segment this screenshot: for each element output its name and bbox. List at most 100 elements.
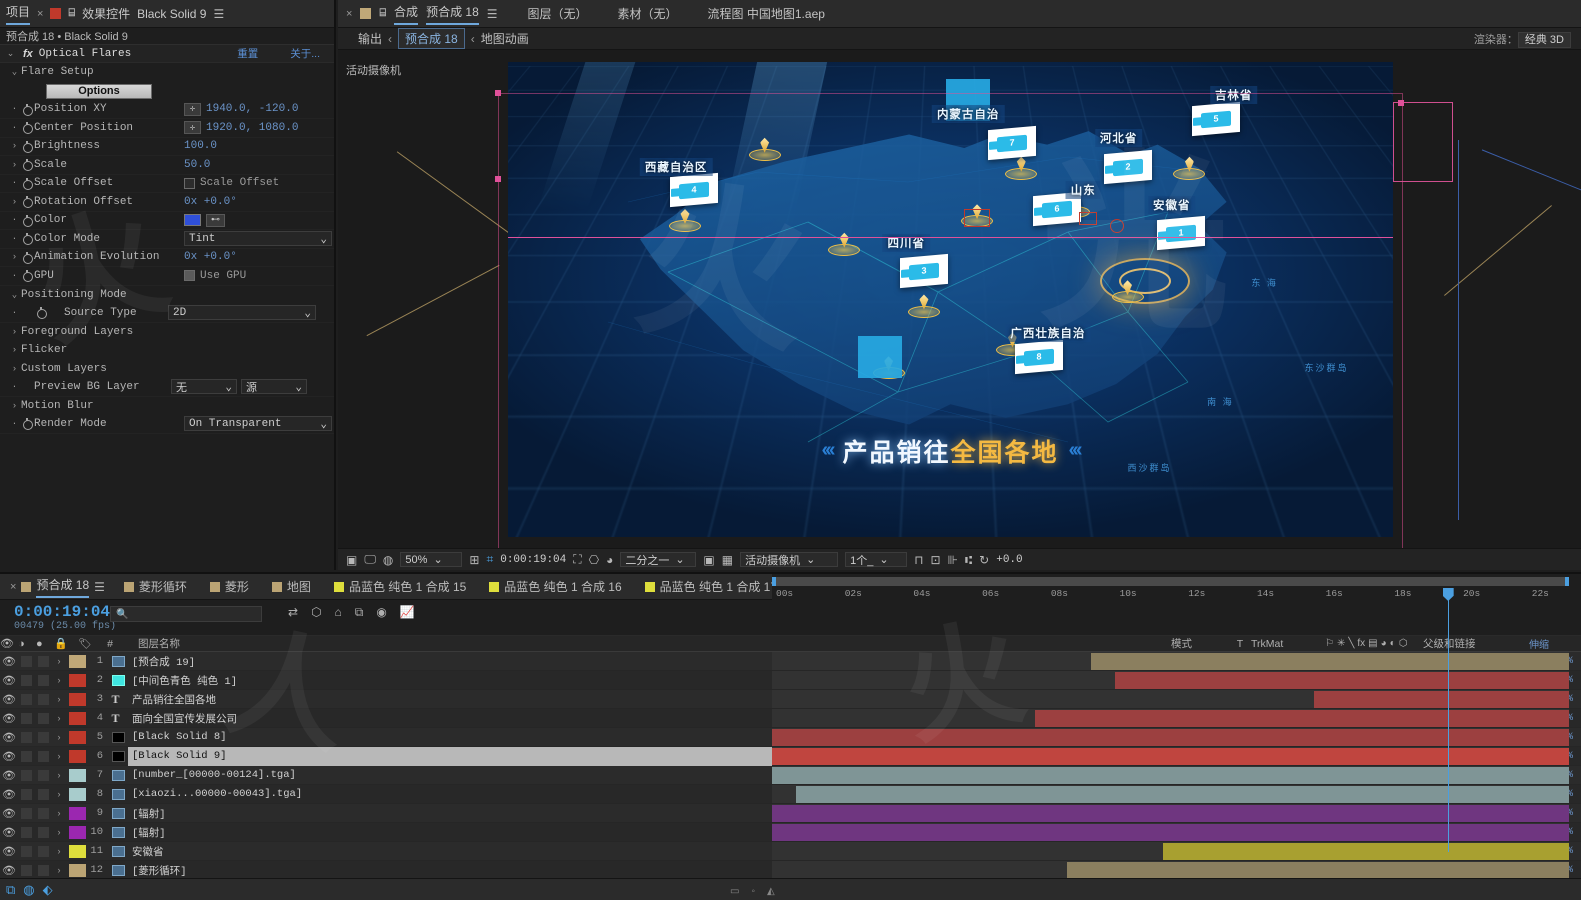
layer-color-swatch[interactable] (66, 806, 88, 820)
layer-duration-bar[interactable] (1162, 843, 1569, 860)
column-layer-name[interactable]: 图层名称 (118, 636, 1167, 651)
property-value[interactable]: 50.0 (184, 159, 210, 171)
stopwatch-icon[interactable] (21, 177, 34, 190)
chevron-right-icon[interactable]: › (52, 827, 66, 837)
point-picker-icon[interactable]: ✛ (184, 102, 201, 116)
chevron-right-icon[interactable]: › (8, 252, 21, 262)
layer-duration-bar[interactable] (1313, 691, 1569, 708)
timeline-tab[interactable]: 品蓝色 纯色 1 合成 17 (644, 578, 777, 595)
chevron-down-icon[interactable]: ⌄ (8, 67, 21, 77)
selection-handle[interactable] (495, 176, 501, 182)
layer-color-swatch[interactable] (66, 863, 88, 877)
render-mode-select[interactable]: On Transparent ⌄ (184, 416, 332, 432)
toggle-switches-modes-icon[interactable]: ⧉ (6, 882, 15, 898)
breadcrumb-map-animation[interactable]: 地图动画 (481, 30, 529, 47)
chevron-down-icon[interactable]: ⌄ (8, 290, 21, 300)
layer-duration-bar[interactable] (1035, 710, 1569, 727)
group-custom-layers[interactable]: › Custom Layers (0, 360, 334, 379)
hide-shy-icon[interactable]: ⌂ (335, 605, 342, 620)
property-color[interactable]: · Color ⊷ (0, 212, 334, 231)
solo-toggle[interactable] (35, 674, 52, 686)
solo-toggle[interactable] (35, 826, 52, 838)
current-time-display[interactable]: 0:00:19:04 00479 (25.00 fps) (0, 600, 116, 632)
audio-toggle[interactable] (18, 731, 35, 743)
effect-header-row[interactable]: ⌄ fx Optical Flares 重置 关于... (0, 45, 334, 63)
mask-icon[interactable]: ◍ (383, 553, 393, 567)
audio-toggle[interactable] (18, 674, 35, 686)
solo-toggle[interactable] (35, 788, 52, 800)
time-ruler[interactable]: 00s 02s 04s 06s 08s 10s 12s 14s 16s 18s 20s 22s (772, 574, 1581, 852)
group-foreground-layers[interactable]: › Foreground Layers (0, 323, 334, 342)
stopwatch-icon[interactable] (21, 251, 34, 264)
eye-icon[interactable]: 👁 (0, 788, 18, 801)
property-render-mode[interactable]: · Render Mode On Transparent ⌄ (0, 415, 334, 434)
chevron-right-icon[interactable]: › (52, 713, 66, 723)
stopwatch-icon[interactable] (21, 214, 34, 227)
timeline-tab-active[interactable]: 预合成 18 (36, 576, 90, 598)
panel-menu-icon[interactable]: ☰ (213, 7, 224, 21)
eye-icon[interactable]: 👁 (0, 750, 18, 763)
audio-toggle[interactable] (18, 788, 35, 800)
property-center-position[interactable]: · Center Position ✛ 1920.0, 1080.0 (0, 119, 334, 138)
audio-toggle[interactable] (18, 712, 35, 724)
solo-toggle[interactable] (35, 655, 52, 667)
chevron-right-icon[interactable]: › (52, 751, 66, 761)
property-scale[interactable]: › Scale 50.0 (0, 156, 334, 175)
color-mode-select[interactable]: Tint ⌄ (184, 231, 332, 247)
zoom-handle-icon[interactable]: ◦ (751, 886, 755, 897)
property-value[interactable]: 100.0 (184, 140, 217, 152)
tab-project[interactable]: 项目 (6, 3, 31, 25)
chevron-right-icon[interactable]: › (8, 364, 21, 374)
options-button[interactable]: Options (46, 83, 152, 99)
chevron-right-icon[interactable]: › (52, 770, 66, 780)
eye-icon[interactable]: 👁 (0, 807, 18, 820)
group-flare-setup[interactable]: ⌄ Flare Setup (0, 63, 334, 82)
layer-duration-bar[interactable] (772, 729, 1569, 746)
transparency-grid-icon[interactable]: ▦ (722, 553, 733, 567)
layer-color-swatch[interactable] (66, 711, 88, 725)
audio-toggle[interactable] (18, 655, 35, 667)
layer-duration-bar[interactable] (772, 767, 1569, 784)
chevron-right-icon[interactable]: › (8, 197, 21, 207)
scale-offset-checkbox[interactable] (184, 177, 195, 189)
timeline-tab[interactable]: 品蓝色 纯色 1 合成 15 (333, 578, 466, 595)
region-of-interest-icon[interactable]: ⌗ (486, 552, 493, 567)
eye-icon[interactable]: 👁 (0, 712, 18, 725)
eye-icon[interactable]: 👁 (0, 674, 18, 687)
chevron-right-icon[interactable]: › (52, 846, 66, 856)
stopwatch-icon[interactable] (21, 196, 34, 209)
chevron-right-icon[interactable]: › (8, 327, 21, 337)
renderer-indicator[interactable]: 渲染器： 经典 3D (1474, 31, 1571, 48)
stopwatch-icon[interactable] (21, 140, 34, 153)
views-count-select[interactable]: 1个_ ⌄ (845, 552, 908, 567)
close-icon[interactable]: × (10, 581, 16, 593)
motion-blur-icon[interactable]: ◉ (376, 605, 386, 620)
eye-icon[interactable]: 👁 (0, 655, 18, 668)
stopwatch-icon[interactable] (21, 270, 34, 283)
audio-toggle[interactable] (18, 864, 35, 876)
layer-duration-bar[interactable] (1066, 862, 1569, 879)
resolution-select[interactable]: 二分之一 ⌄ (620, 552, 697, 567)
camera-view-select[interactable]: 活动摄像机 ⌄ (740, 552, 839, 567)
chevron-right-icon[interactable]: › (52, 789, 66, 799)
layer-duration-bar[interactable] (1090, 653, 1569, 670)
group-motion-blur[interactable]: › Motion Blur (0, 397, 334, 416)
composition-mini-flowchart-icon[interactable]: ⇄ (288, 605, 298, 620)
chevron-right-icon[interactable]: › (8, 160, 21, 170)
layer-duration-bar[interactable] (772, 824, 1569, 841)
stopwatch-icon[interactable] (35, 307, 48, 320)
layer-color-swatch[interactable] (66, 749, 88, 763)
search-input[interactable]: 🔍 (110, 606, 262, 622)
grid-icon[interactable]: ⊞ (469, 553, 479, 567)
zoom-slider[interactable]: ▭ ◦ ◭ (730, 886, 775, 897)
property-source-type[interactable]: · Source Type 2D ⌄ (0, 304, 334, 323)
layer-color-swatch[interactable] (66, 768, 88, 782)
layer-duration-bar[interactable] (795, 786, 1569, 803)
property-value[interactable]: 1940.0, -120.0 (206, 103, 298, 115)
panel-menu-icon[interactable]: ☰ (487, 7, 498, 21)
eye-icon[interactable]: 👁 (0, 864, 18, 877)
property-color-mode[interactable]: · Color Mode Tint ⌄ (0, 230, 334, 249)
solo-toggle[interactable] (35, 845, 52, 857)
breadcrumb-comp[interactable]: 预合成 18 (398, 28, 465, 49)
timeline-tab[interactable]: 地图 (271, 578, 311, 595)
